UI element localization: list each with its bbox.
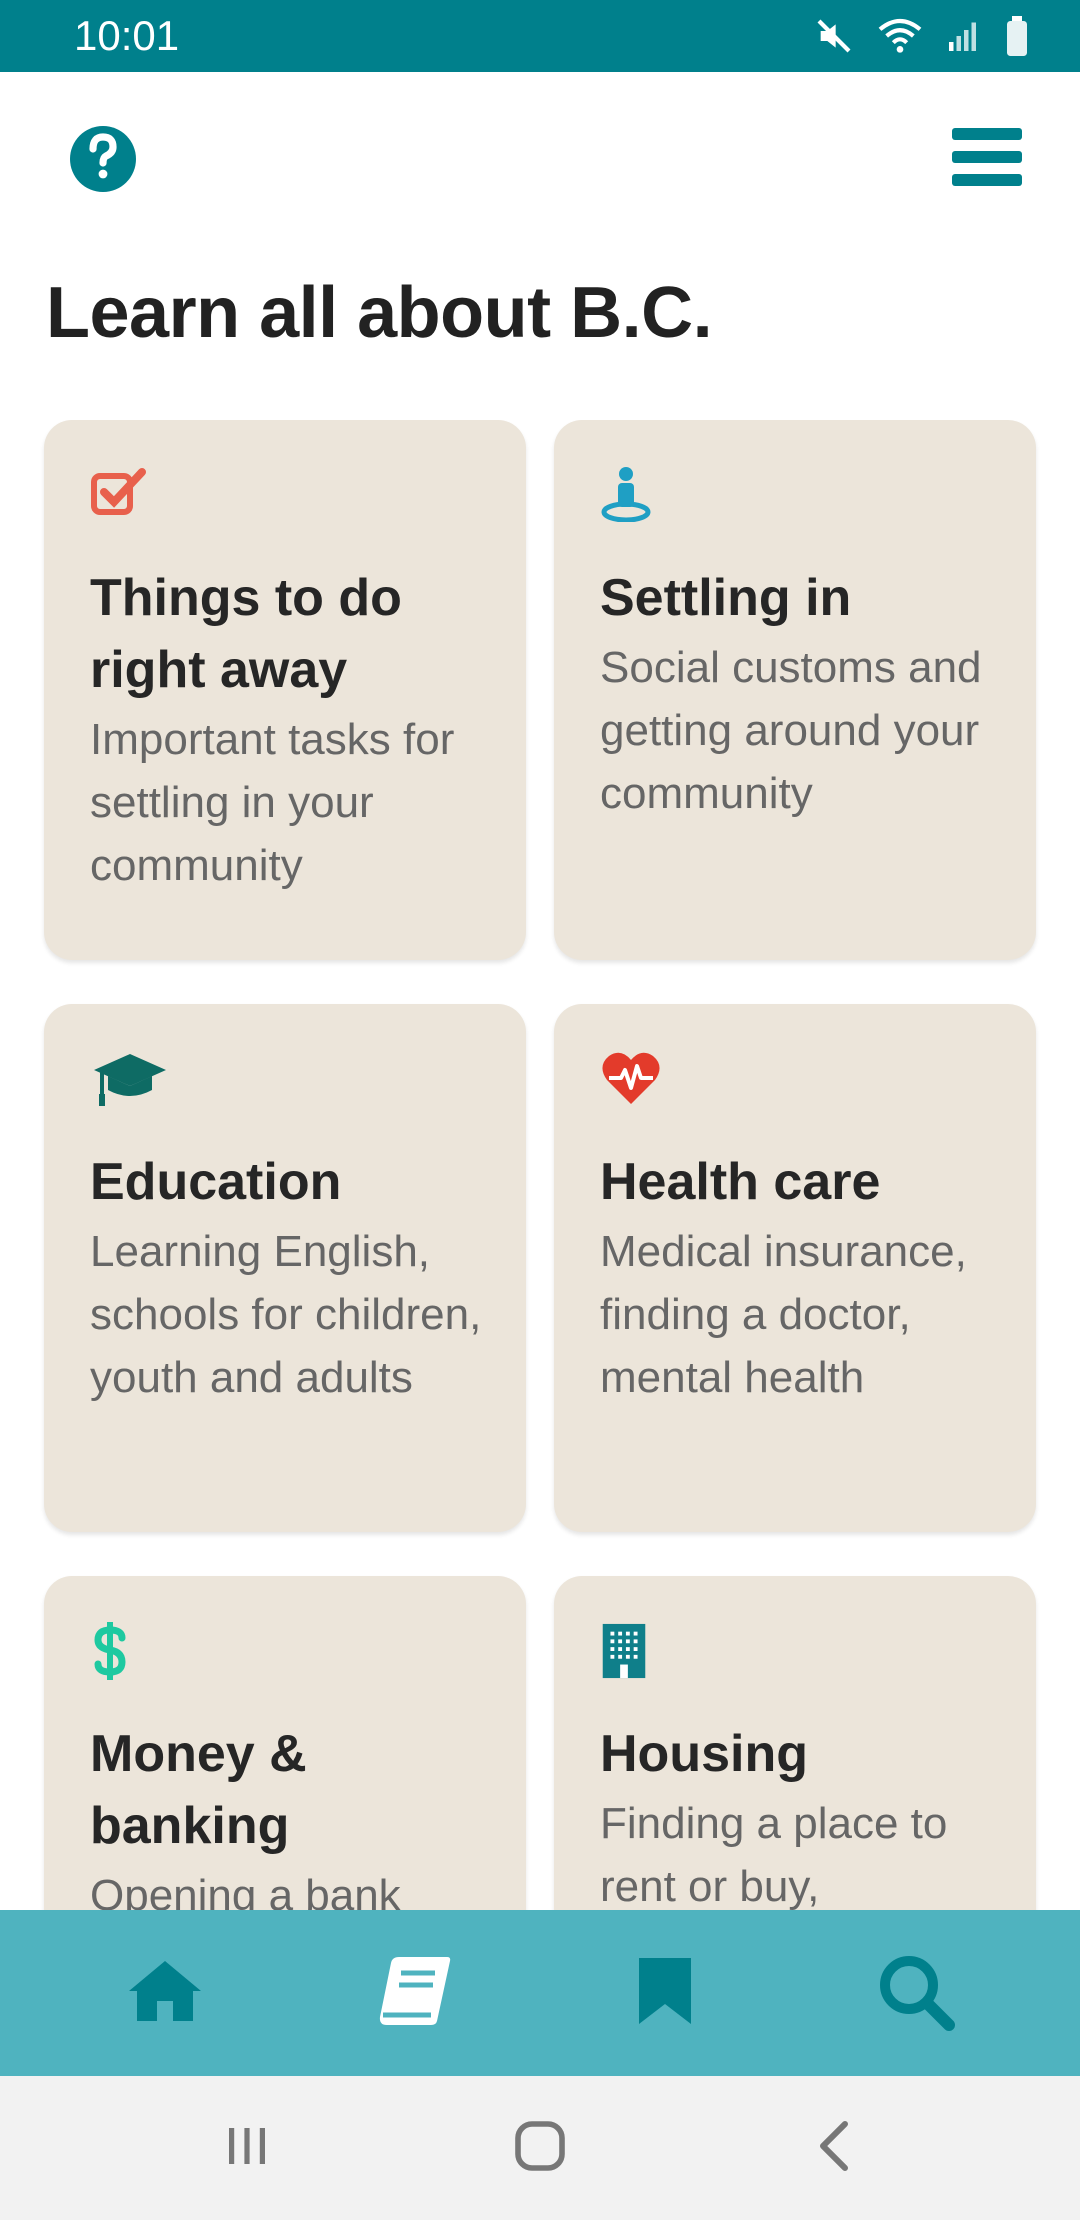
system-nav — [0, 2076, 1080, 2220]
dollar-icon — [90, 1622, 170, 1680]
mute-icon — [814, 16, 854, 56]
status-time: 10:01 — [74, 12, 180, 59]
book-icon — [375, 1953, 455, 2034]
topic-grid: Things to do right away Important tasks … — [0, 420, 1080, 1910]
card-housing[interactable]: Housing Finding a place to rent or buy, — [554, 1576, 1036, 1910]
battery-icon — [1004, 16, 1030, 56]
menu-bar — [952, 174, 1022, 186]
bottom-nav — [0, 1910, 1080, 2076]
card-title: Money & banking — [90, 1725, 307, 1855]
card-title: Health care — [600, 1153, 881, 1211]
card-title: Housing — [600, 1725, 808, 1783]
card-description: Opening a bank — [90, 1871, 401, 1910]
nav-home[interactable] — [105, 1933, 225, 2053]
card-title: Things to do right away — [90, 569, 402, 699]
bookmark-icon — [635, 1954, 695, 2033]
card-description: Important tasks for settling in your com… — [90, 715, 455, 890]
status-bar: 10:01 — [0, 0, 1080, 72]
building-icon — [600, 1622, 680, 1679]
card-title: Education — [90, 1153, 342, 1211]
topics-scroll-area[interactable]: Things to do right away Important tasks … — [0, 420, 1080, 1910]
card-health-care[interactable]: Health care Medical insurance, finding a… — [554, 1004, 1036, 1532]
help-button[interactable] — [70, 126, 136, 192]
recent-apps-icon — [223, 2122, 271, 2175]
search-icon — [875, 1951, 955, 2036]
card-education[interactable]: Education Learning English, schools for … — [44, 1004, 526, 1532]
nav-bookmarks[interactable] — [605, 1933, 725, 2053]
heartbeat-icon — [600, 1050, 680, 1106]
recent-apps-button[interactable] — [187, 2098, 307, 2198]
card-description: Medical insurance, finding a doctor, men… — [600, 1227, 967, 1402]
card-title: Settling in — [600, 569, 852, 627]
person-pin-icon — [600, 466, 680, 522]
home-button-icon — [514, 2120, 566, 2177]
card-description: Learning English, schools for children, … — [90, 1227, 482, 1402]
home-button[interactable] — [480, 2098, 600, 2198]
status-icons — [814, 16, 1030, 56]
nav-search[interactable] — [855, 1933, 975, 2053]
wifi-icon — [876, 16, 924, 56]
signal-icon — [946, 18, 982, 54]
page-title: Learn all about B.C. — [46, 273, 713, 353]
card-description: Finding a place to rent or buy, — [600, 1799, 948, 1910]
nav-learn[interactable] — [355, 1933, 475, 2053]
menu-bar — [952, 151, 1022, 163]
card-settling-in[interactable]: Settling in Social customs and getting a… — [554, 420, 1036, 960]
menu-bar — [952, 128, 1022, 140]
question-circle-icon — [83, 132, 123, 186]
menu-button[interactable] — [952, 128, 1022, 186]
back-button[interactable] — [773, 2098, 893, 2198]
graduation-cap-icon — [90, 1050, 170, 1106]
home-icon — [125, 1957, 205, 2030]
card-things-to-do[interactable]: Things to do right away Important tasks … — [44, 420, 526, 960]
card-money-banking[interactable]: Money & banking Opening a bank — [44, 1576, 526, 1910]
back-icon — [815, 2120, 851, 2177]
card-description: Social customs and getting around your c… — [600, 643, 982, 818]
checkbox-icon — [90, 466, 170, 522]
